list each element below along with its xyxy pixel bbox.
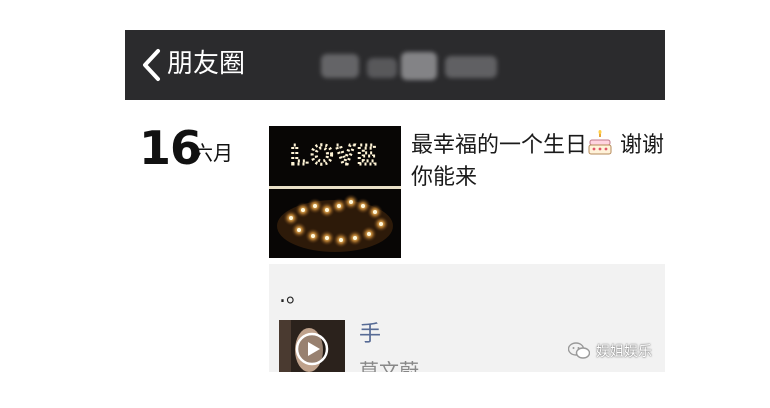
post-date-month: 六月	[193, 141, 233, 165]
post-photo[interactable]: LOVE	[269, 126, 401, 258]
post-date-day: 16	[139, 121, 202, 175]
post-text-part1: 最幸福的一个生日	[411, 133, 588, 158]
share-subtitle: 莫文蔚	[359, 359, 419, 372]
play-icon[interactable]	[295, 332, 329, 366]
photo-love-text: LOVE	[291, 139, 379, 170]
page-title[interactable]: 朋友圈	[167, 44, 245, 84]
share-thumbnail[interactable]	[279, 320, 345, 372]
blurred-username	[321, 46, 503, 86]
share-title[interactable]: 手	[359, 320, 381, 350]
post-text: 最幸福的一个生日 谢谢你能来	[411, 130, 665, 194]
chevron-left-icon[interactable]	[141, 48, 161, 82]
watermark-text: 娱姐娱乐	[596, 344, 652, 360]
navigation-bar: 朋友圈	[125, 30, 665, 100]
wechat-icon	[568, 342, 590, 359]
cake-icon	[588, 130, 612, 155]
watermark: 娱姐娱乐	[568, 340, 652, 362]
moments-screen: 朋友圈 16 六月 LOVE 最幸福的一个生日 谢谢你能来 .。 手 莫文蔚	[125, 30, 665, 372]
share-caption: .。	[279, 283, 308, 308]
